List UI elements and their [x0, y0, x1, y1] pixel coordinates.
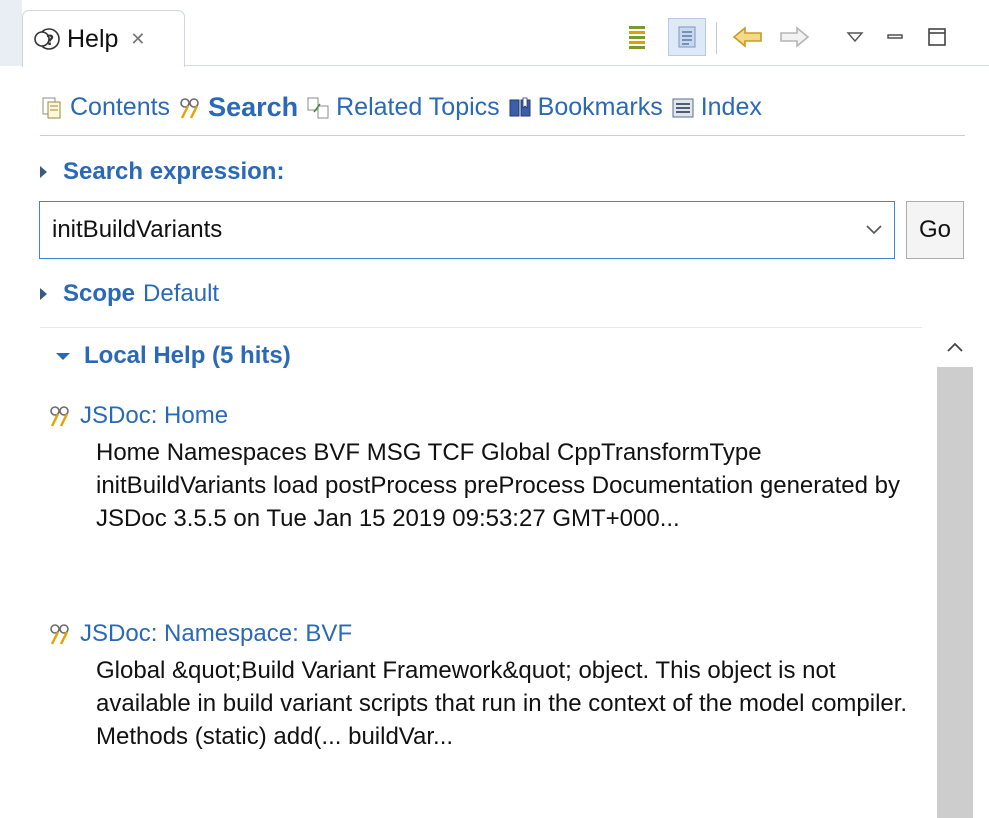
show-all-topics-icon[interactable] — [668, 18, 706, 56]
search-result-icon — [50, 624, 69, 645]
nav-link-search[interactable]: Search — [178, 92, 298, 123]
bookmarks-icon — [509, 97, 531, 116]
collapse-caret-icon — [56, 352, 70, 360]
nav-link-label: Search — [208, 92, 299, 122]
related-topics-icon — [307, 97, 329, 118]
go-button[interactable]: Go — [906, 201, 964, 259]
results-scrollbar[interactable] — [935, 327, 975, 818]
minimize-icon[interactable] — [880, 18, 910, 56]
search-hit-snippet: Global &quot;Build Variant Framework&quo… — [96, 657, 908, 750]
nav-link-label: Index — [700, 93, 762, 121]
search-hit-link[interactable]: JSDoc: Home — [48, 402, 918, 430]
contents-icon — [42, 97, 61, 118]
maximize-icon[interactable] — [920, 18, 954, 56]
search-result-icon — [50, 406, 69, 427]
toolbar-separator — [716, 22, 717, 54]
search-icon — [180, 97, 199, 119]
nav-link-contents[interactable]: Contents — [40, 93, 170, 122]
scope-value-link[interactable]: Default — [143, 280, 219, 308]
scrollbar-thumb[interactable] — [937, 367, 973, 818]
search-hit-snippet: Home Namespaces BVF MSG TCF Global CppTr… — [96, 439, 900, 532]
show-in-toc-icon[interactable] — [620, 18, 654, 56]
nav-link-bookmarks[interactable]: Bookmarks — [508, 93, 663, 122]
search-expression-combo[interactable] — [39, 201, 895, 259]
local-help-toggle[interactable]: Local Help (5 hits) — [56, 342, 291, 370]
nav-link-index[interactable]: Index — [671, 93, 762, 122]
index-icon — [672, 98, 694, 117]
expand-caret-icon[interactable] — [40, 288, 47, 300]
view-menu-icon[interactable] — [840, 18, 870, 56]
scope-row: Scope Default — [40, 280, 219, 308]
nav-link-label: Bookmarks — [537, 93, 663, 121]
search-expression-toggle[interactable]: Search expression: — [40, 158, 284, 186]
nav-link-related-topics[interactable]: Related Topics — [306, 93, 500, 122]
scope-label[interactable]: Scope — [63, 280, 135, 308]
search-hit: JSDoc: Namespace: BVF Global &quot;Build… — [48, 620, 918, 753]
scroll-up-arrow-icon[interactable] — [935, 327, 975, 367]
search-hit-link[interactable]: JSDoc: Namespace: BVF — [48, 620, 918, 648]
back-arrow-icon[interactable] — [728, 18, 768, 56]
nav-link-label: Contents — [70, 93, 171, 121]
search-hit-title: JSDoc: Home — [80, 402, 229, 429]
local-help-heading: Local Help (5 hits) — [84, 342, 291, 369]
help-navigation-links: Contents Search Related Topics Bookmarks — [40, 80, 965, 136]
search-expression-label: Search expression: — [63, 158, 285, 185]
expand-caret-icon — [40, 166, 47, 178]
search-hit-title: JSDoc: Namespace: BVF — [80, 620, 353, 647]
search-input[interactable] — [40, 202, 854, 258]
chevron-down-icon[interactable] — [854, 202, 894, 258]
view-toolbar — [0, 18, 989, 58]
view-tab-bar: ? Help ✕ — [0, 0, 989, 67]
search-results-panel: Local Help (5 hits) JSDoc: Home Home Nam… — [40, 327, 922, 818]
forward-arrow-icon[interactable] — [774, 18, 814, 56]
search-hit: JSDoc: Home Home Namespaces BVF MSG TCF … — [48, 402, 918, 535]
nav-link-label: Related Topics — [336, 93, 500, 121]
